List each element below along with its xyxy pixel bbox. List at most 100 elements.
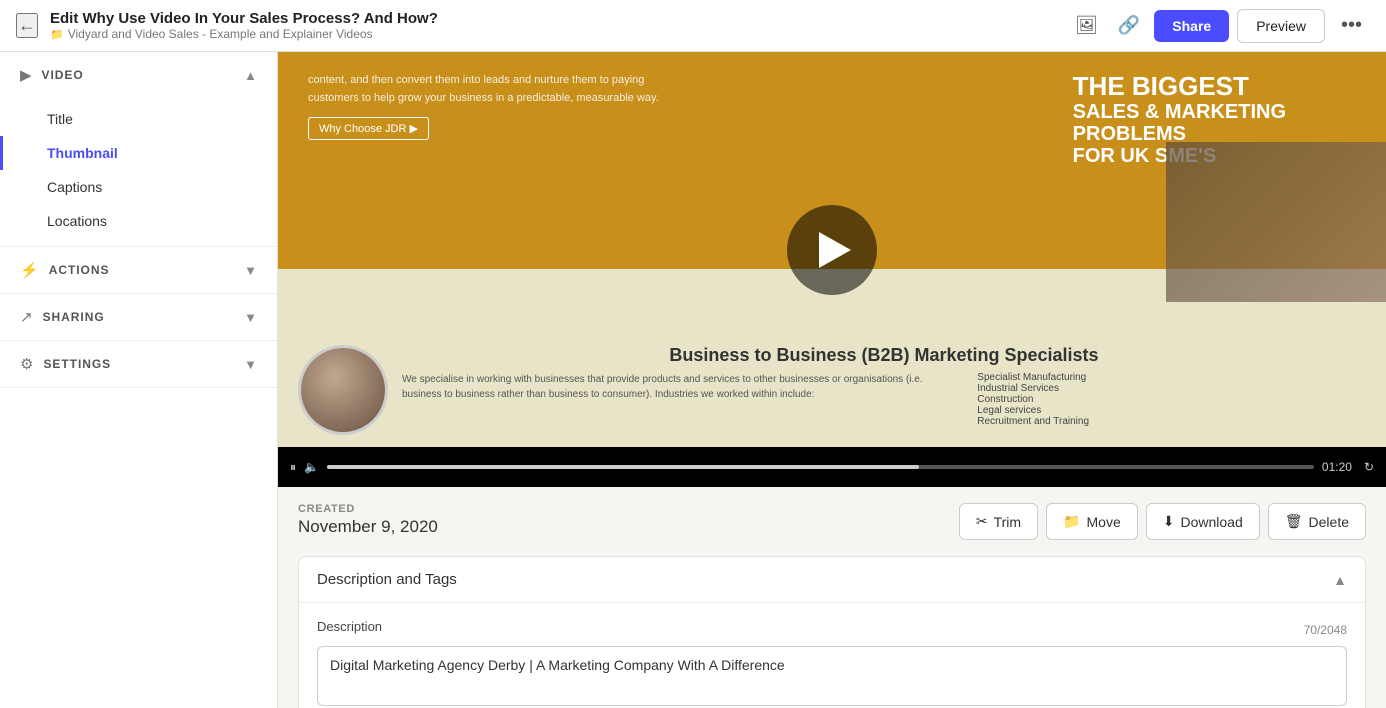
- video-section-icon: ▶: [20, 66, 32, 84]
- sidebar-section-settings-header[interactable]: ⚙ SETTINGS ▼: [0, 341, 277, 387]
- download-icon: ⬇: [1163, 513, 1175, 530]
- share-button[interactable]: Share: [1154, 10, 1229, 42]
- delete-icon: 🗑: [1285, 513, 1303, 530]
- move-label: Move: [1087, 514, 1121, 530]
- overlay-line1: THE BIGGEST: [1073, 72, 1286, 101]
- collapse-icon: ▲: [1333, 572, 1347, 588]
- sidebar-item-locations[interactable]: Locations: [0, 204, 277, 238]
- b2b-list: Specialist Manufacturing Industrial Serv…: [977, 372, 1366, 427]
- sidebar-section-actions: ⚡ ACTIONS ▼: [0, 247, 277, 294]
- b2b-columns: We specialise in working with businesses…: [402, 372, 1366, 427]
- created-info: CREATED November 9, 2020: [298, 503, 438, 537]
- sidebar-item-title[interactable]: Title: [0, 102, 277, 136]
- play-icon: [819, 232, 851, 268]
- delete-label: Delete: [1309, 514, 1349, 530]
- b2b-desc: We specialise in working with businesses…: [402, 372, 957, 427]
- b2b-list-item-4: Legal services: [977, 405, 1366, 416]
- video-controls[interactable]: ⏸ 🔈 01:20 ↻: [278, 447, 1386, 487]
- desc-card-body: Description 70/2048 Tags: [299, 603, 1365, 708]
- why-choose-btn: Why Choose JDR ▶: [308, 117, 429, 140]
- b2b-list-item-5: Recruitment and Training: [977, 416, 1366, 427]
- content-area: content, and then convert them into lead…: [278, 52, 1386, 708]
- sidebar-section-actions-header[interactable]: ⚡ ACTIONS ▼: [0, 247, 277, 293]
- move-icon: 📁: [1063, 513, 1080, 530]
- link-button[interactable]: 🔗: [1112, 9, 1146, 42]
- header-actions: 🖼 🔗 Share Preview •••: [1069, 9, 1370, 43]
- video-progress-fill: [327, 465, 919, 469]
- b2b-content: Business to Business (B2B) Marketing Spe…: [402, 345, 1366, 427]
- video-container: content, and then convert them into lead…: [278, 52, 1386, 487]
- volume-icon[interactable]: 🔈: [304, 460, 319, 474]
- action-buttons: ✂ Trim 📁 Move ⬇ Download 🗑 Delete: [959, 503, 1366, 540]
- description-field-label: Description: [317, 619, 382, 634]
- sidebar-sharing-header-left: ↗ SHARING: [20, 308, 105, 326]
- sidebar-section-sharing: ↗ SHARING ▼: [0, 294, 277, 341]
- header: ← Edit Why Use Video In Your Sales Proce…: [0, 0, 1386, 52]
- trim-label: Trim: [994, 514, 1021, 530]
- sidebar-actions-header-left: ⚡ ACTIONS: [20, 261, 109, 279]
- play-button[interactable]: [787, 205, 877, 295]
- desc-card-header[interactable]: Description and Tags ▲: [299, 557, 1365, 603]
- b2b-list-item-1: Specialist Manufacturing: [977, 372, 1366, 383]
- b2b-list-item-3: Construction: [977, 394, 1366, 405]
- people-bg: [1166, 142, 1386, 302]
- video-time: 01:20: [1322, 460, 1352, 474]
- b2b-title: Business to Business (B2B) Marketing Spe…: [402, 345, 1366, 366]
- info-row: CREATED November 9, 2020 ✂ Trim 📁 Move ⬇…: [298, 503, 1366, 540]
- move-button[interactable]: 📁 Move: [1046, 503, 1138, 540]
- sidebar-item-captions[interactable]: Captions: [0, 170, 277, 204]
- sidebar-section-video-header[interactable]: ▶ VIDEO ▲: [0, 52, 277, 98]
- created-date: November 9, 2020: [298, 517, 438, 537]
- chevron-up-icon: ▲: [244, 68, 257, 83]
- image-button[interactable]: 🖼: [1069, 9, 1104, 42]
- back-icon: ←: [18, 15, 36, 35]
- main-layout: ▶ VIDEO ▲ Title Thumbnail Captions Locat…: [0, 52, 1386, 708]
- description-counter: 70/2048: [1304, 623, 1347, 637]
- overlay-line2: SALES & MARKETING: [1073, 101, 1286, 123]
- description-textarea[interactable]: [317, 646, 1347, 706]
- sidebar: ▶ VIDEO ▲ Title Thumbnail Captions Locat…: [0, 52, 278, 708]
- video-top-text: content, and then convert them into lead…: [308, 72, 832, 107]
- sharing-section-icon: ↗: [20, 308, 33, 326]
- sidebar-section-settings: ⚙ SETTINGS ▼: [0, 341, 277, 388]
- delete-button[interactable]: 🗑 Delete: [1268, 503, 1366, 540]
- breadcrumb-text: Vidyard and Video Sales - Example and Ex…: [68, 27, 373, 41]
- download-button[interactable]: ⬇ Download: [1146, 503, 1260, 540]
- desc-card-title: Description and Tags: [317, 571, 457, 588]
- preview-button[interactable]: Preview: [1237, 9, 1325, 43]
- sidebar-section-video: ▶ VIDEO ▲ Title Thumbnail Captions Locat…: [0, 52, 277, 247]
- b2b-section: Business to Business (B2B) Marketing Spe…: [278, 333, 1386, 447]
- chevron-down-icon-sharing: ▼: [244, 310, 257, 325]
- sidebar-settings-header-left: ⚙ SETTINGS: [20, 355, 111, 373]
- breadcrumb: 📁 Vidyard and Video Sales - Example and …: [50, 27, 1069, 41]
- back-button[interactable]: ←: [16, 13, 38, 38]
- trim-button[interactable]: ✂ Trim: [959, 503, 1038, 540]
- chevron-down-icon-settings: ▼: [244, 357, 257, 372]
- sidebar-video-label: VIDEO: [42, 68, 84, 82]
- chevron-down-icon-actions: ▼: [244, 263, 257, 278]
- header-title-area: Edit Why Use Video In Your Sales Process…: [50, 10, 1069, 41]
- below-video-area: CREATED November 9, 2020 ✂ Trim 📁 Move ⬇…: [278, 487, 1386, 708]
- actions-section-icon: ⚡: [20, 261, 39, 279]
- created-label: CREATED: [298, 503, 438, 515]
- description-card: Description and Tags ▲ Description 70/20…: [298, 556, 1366, 708]
- refresh-icon[interactable]: ↻: [1364, 460, 1374, 474]
- video-progress-bar[interactable]: [327, 465, 1314, 469]
- more-options-button[interactable]: •••: [1333, 10, 1370, 41]
- folder-icon: 📁: [50, 28, 64, 41]
- settings-section-icon: ⚙: [20, 355, 33, 373]
- sidebar-actions-label: ACTIONS: [49, 263, 110, 277]
- sidebar-section-sharing-header[interactable]: ↗ SHARING ▼: [0, 294, 277, 340]
- description-field-row: Description 70/2048: [317, 619, 1347, 708]
- b2b-list-item-2: Industrial Services: [977, 383, 1366, 394]
- page-title: Edit Why Use Video In Your Sales Process…: [50, 10, 1069, 27]
- download-label: Download: [1180, 514, 1242, 530]
- video-placeholder: content, and then convert them into lead…: [278, 52, 1386, 447]
- sidebar-sharing-label: SHARING: [43, 310, 105, 324]
- sidebar-item-thumbnail[interactable]: Thumbnail: [0, 136, 277, 170]
- sidebar-video-items: Title Thumbnail Captions Locations: [0, 98, 277, 246]
- sidebar-video-header-left: ▶ VIDEO: [20, 66, 84, 84]
- pause-icon[interactable]: ⏸: [290, 460, 296, 475]
- b2b-avatar: [298, 345, 388, 435]
- trim-icon: ✂: [976, 513, 988, 530]
